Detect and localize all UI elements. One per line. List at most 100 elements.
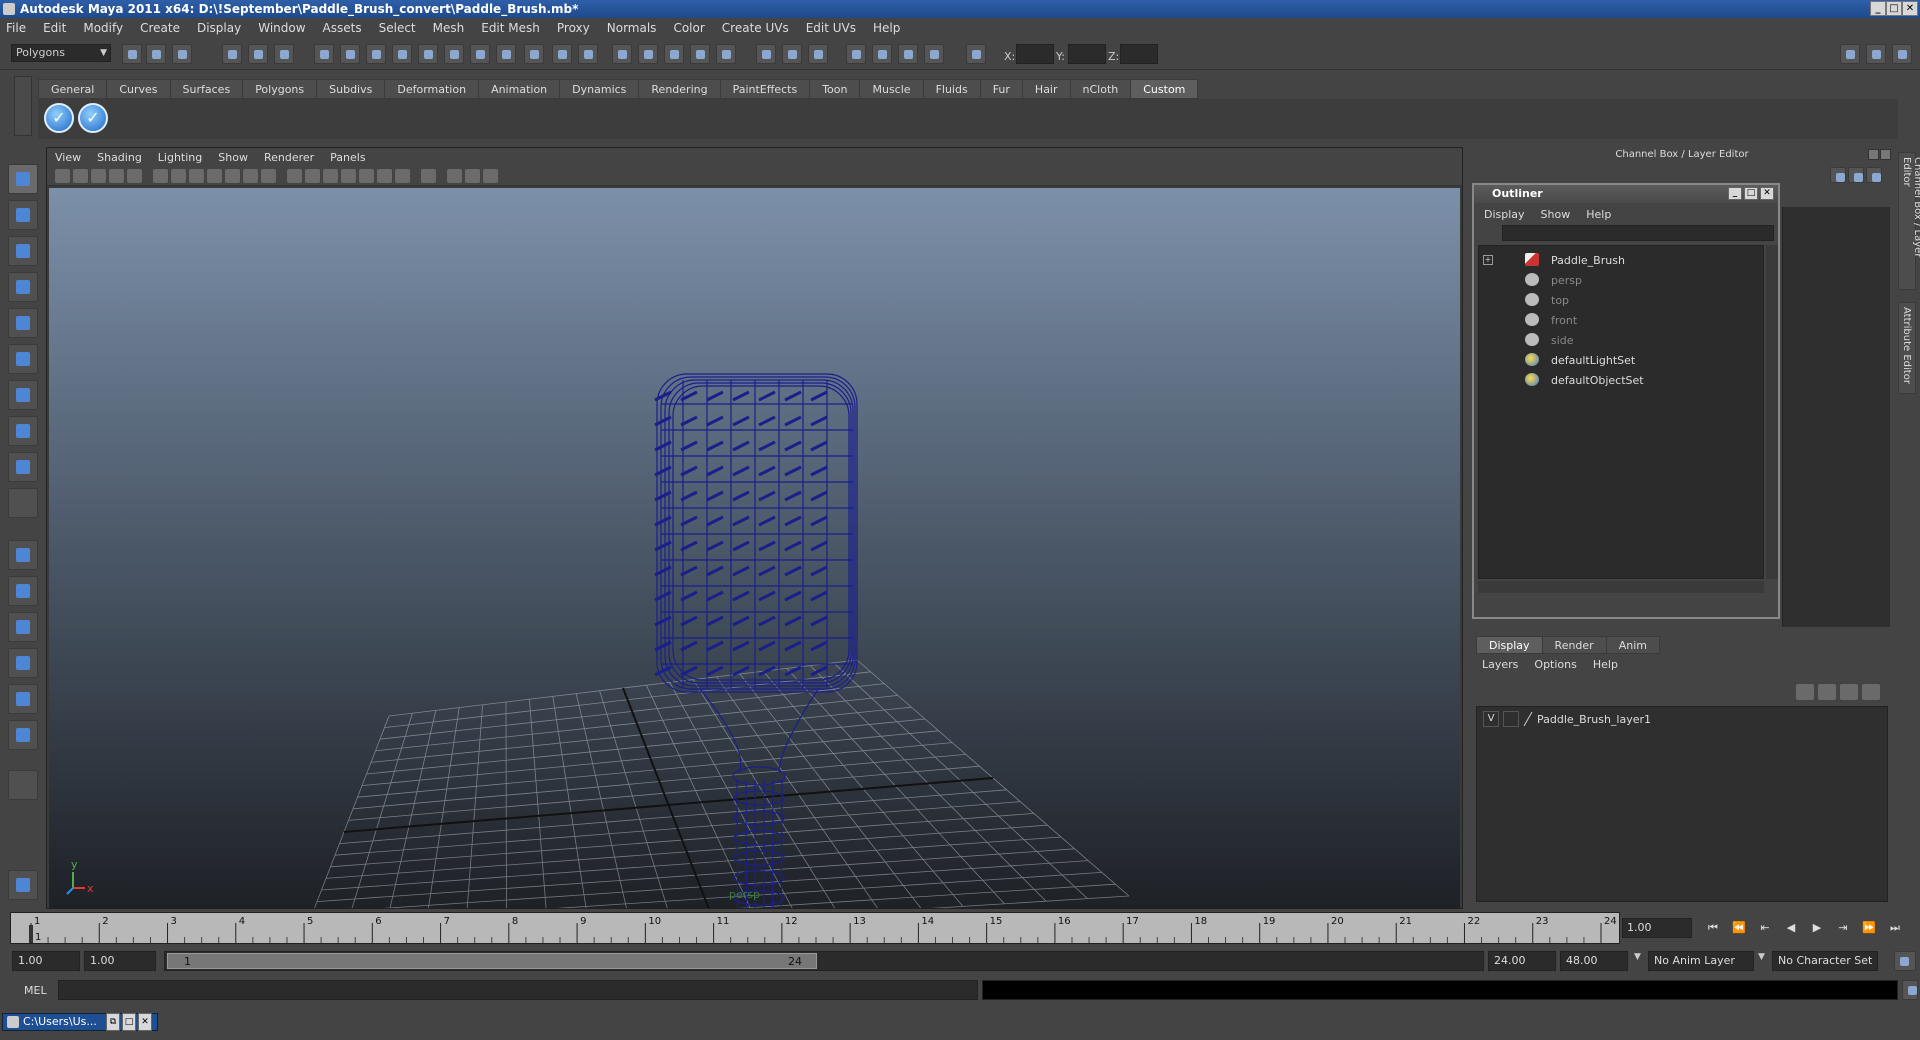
menu-modify[interactable]: Modify [83,21,123,35]
maximize-button[interactable]: □ [1886,1,1902,16]
shelf-tab-animation[interactable]: Animation [478,79,561,99]
minimized-close-button[interactable]: ✕ [138,1013,152,1031]
viewport-menu-panels[interactable]: Panels [330,151,365,164]
use-all-lights-icon[interactable] [377,169,392,183]
persp-outliner-layout-icon[interactable] [8,612,38,642]
menu-normals[interactable]: Normals [607,21,657,35]
animation-start-field[interactable]: 1.00 [12,951,80,971]
move-layer-up-icon[interactable] [1796,684,1814,700]
shadows-icon[interactable] [395,169,410,183]
dock-float-button[interactable] [1868,149,1879,160]
shelf-tab-painteffects[interactable]: PaintEffects [719,79,811,99]
snap-point-icon[interactable] [664,44,684,64]
layer-tab-display[interactable]: Display [1476,636,1543,654]
select-object-icon[interactable] [248,44,268,64]
use-default-light-icon[interactable] [359,169,374,183]
select-hierarchy-icon[interactable] [222,44,242,64]
chevron-down-icon[interactable]: ▼ [1634,952,1641,962]
minimize-button[interactable]: _ [1870,1,1886,16]
viewport-menu-renderer[interactable]: Renderer [264,151,314,164]
paint-select-tool-icon[interactable] [8,236,38,266]
persp-graph-layout-icon[interactable] [8,648,38,678]
select-tool-icon[interactable] [8,164,38,194]
resolution-gate-icon[interactable] [189,169,204,183]
viewport-menu-shading[interactable]: Shading [97,151,142,164]
help-question-icon[interactable] [524,44,544,64]
viewport-menu-show[interactable]: Show [218,151,248,164]
select-by-joint-icon[interactable] [340,44,360,64]
outliner-item[interactable]: front [1479,310,1765,330]
shelf-tab-dynamics[interactable]: Dynamics [559,79,640,99]
shelf-tab-subdivs[interactable]: Subdivs [316,79,386,99]
shelf-tab-deformation[interactable]: Deformation [384,79,480,99]
xray-icon[interactable] [447,169,462,183]
layer-list[interactable]: V Paddle_Brush_layer1 [1476,706,1888,902]
smooth-shade-icon[interactable] [305,169,320,183]
auto-key-icon[interactable] [1894,951,1916,971]
menu-file[interactable]: File [6,21,26,35]
outliner-maximize-button[interactable]: □ [1744,187,1758,200]
select-by-deformation-icon[interactable] [418,44,438,64]
character-set-dropdown[interactable]: No Character Set [1772,951,1878,971]
outliner-close-button[interactable]: ✕ [1760,187,1774,200]
shelf-tab-fluids[interactable]: Fluids [922,79,981,99]
hypershade-layout-icon[interactable] [8,684,38,714]
quick-layout-icon[interactable] [8,870,38,900]
menu-create-uvs[interactable]: Create UVs [722,21,789,35]
bookmarks-icon[interactable] [91,169,106,183]
menu-edit[interactable]: Edit [43,21,66,35]
grid-icon[interactable] [153,169,168,183]
outliner-filter-input[interactable] [1502,225,1774,241]
x-coord-field[interactable] [1016,44,1054,64]
highlight-selection-icon[interactable] [578,44,598,64]
shelf-grip-handle[interactable] [14,76,32,136]
attribute-editor-side-tab[interactable]: Attribute Editor [1898,302,1916,394]
camera-attributes-icon[interactable] [73,169,88,183]
snap-plane-icon[interactable] [690,44,710,64]
viewport-menu-lighting[interactable]: Lighting [158,151,202,164]
step-forward-key-icon[interactable]: ⇥ [1836,921,1850,935]
select-by-render-icon[interactable] [470,44,490,64]
z-coord-field[interactable] [1120,44,1158,64]
channel-box-key-icon[interactable] [1830,167,1846,183]
shelf-tab-surfaces[interactable]: Surfaces [169,79,244,99]
shelf-tab-polygons[interactable]: Polygons [242,79,318,99]
outliner-horizontal-scrollbar[interactable] [1478,581,1764,593]
channel-box-area[interactable] [1782,207,1890,627]
select-by-handle-icon[interactable] [314,44,334,64]
shelf-tab-toon[interactable]: Toon [809,79,861,99]
render-frame-icon[interactable] [872,44,892,64]
construction-history-icon[interactable] [808,44,828,64]
gate-mask-icon[interactable] [207,169,222,183]
go-to-start-icon[interactable]: ⏮ [1706,921,1720,935]
play-forwards-icon[interactable]: ▶ [1810,921,1824,935]
menu-edit-uvs[interactable]: Edit UVs [806,21,856,35]
open-scene-icon[interactable] [146,44,166,64]
y-coord-field[interactable] [1068,44,1106,64]
animation-end-field[interactable]: 48.00 [1560,951,1628,971]
shelf-tab-fur[interactable]: Fur [979,79,1023,99]
select-misc-icon[interactable] [496,44,516,64]
outliner-item[interactable]: persp [1479,270,1765,290]
outliner-minimize-button[interactable]: _ [1728,187,1742,200]
isolate-select-icon[interactable] [421,169,436,183]
step-back-key-icon[interactable]: ⇤ [1758,921,1772,935]
script-editor-icon[interactable] [1902,980,1918,1000]
wireframe-icon[interactable] [287,169,302,183]
rotate-tool-icon[interactable] [8,308,38,338]
range-slider-handle[interactable]: 1 24 [167,953,817,969]
save-scene-icon[interactable] [172,44,192,64]
custom-layout-icon[interactable] [8,720,38,750]
mel-command-input[interactable] [58,980,978,1000]
outliner-menu-display[interactable]: Display [1484,208,1525,221]
textured-icon[interactable] [341,169,356,183]
scale-tool-icon[interactable] [8,344,38,374]
playback-end-field[interactable]: 24.00 [1488,951,1556,971]
outliner-list[interactable]: + Paddle_Brush persp top front side defaultLig… [1478,245,1764,579]
close-button[interactable]: ✕ [1902,1,1918,16]
outliner-item[interactable]: side [1479,330,1765,350]
outliner-menu-show[interactable]: Show [1541,208,1571,221]
make-live-icon[interactable] [716,44,736,64]
lasso-tool-icon[interactable] [8,200,38,230]
ipr-render-icon[interactable] [898,44,918,64]
